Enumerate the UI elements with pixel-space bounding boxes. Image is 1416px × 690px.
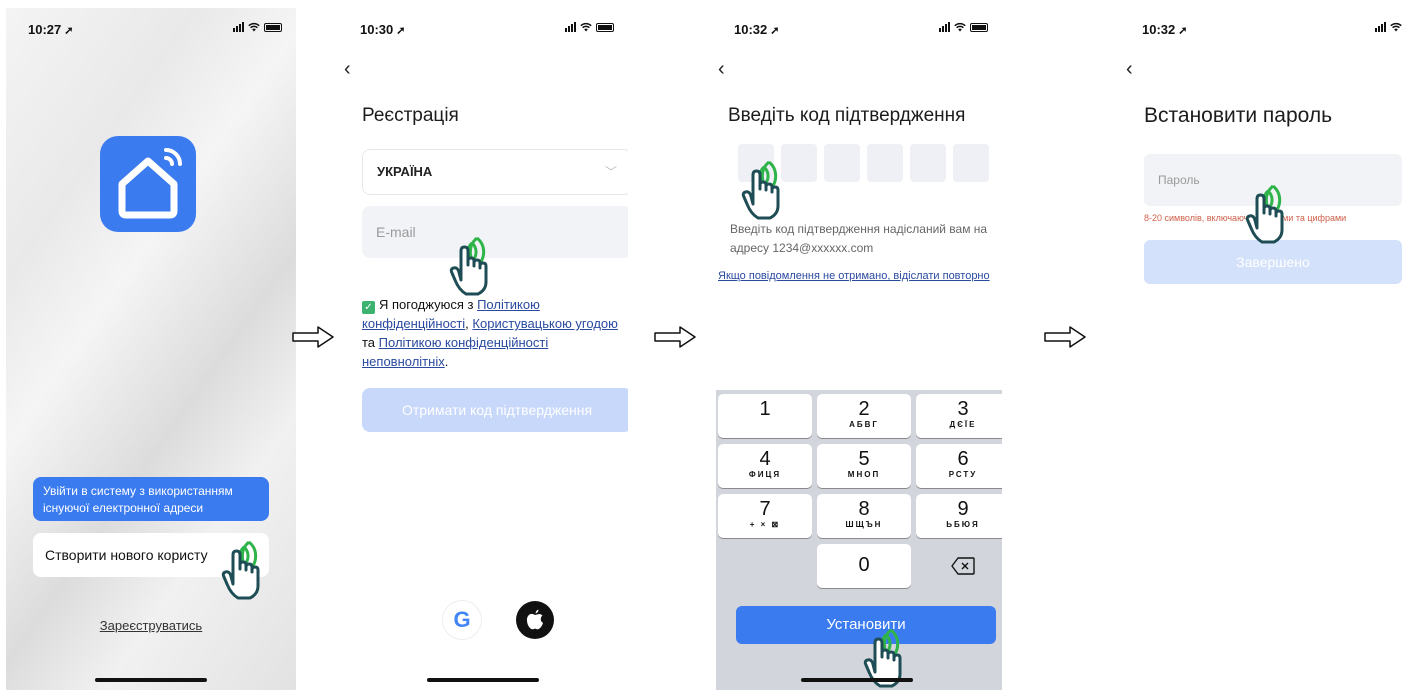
apple-login-button[interactable]	[516, 601, 554, 639]
key-4[interactable]: 4 ФИЦЯ	[718, 444, 812, 488]
tap-hand-icon	[1240, 180, 1288, 244]
login-existing-email-button[interactable]: Увійти в систему з використанням існуючо…	[33, 477, 269, 521]
done-button[interactable]: Завершено	[1144, 240, 1402, 284]
status-time: 10:32 ➚	[734, 22, 780, 37]
key-9[interactable]: 9 ЬБЮЯ	[916, 494, 1002, 538]
code-digit-box[interactable]	[867, 144, 903, 182]
minors-privacy-policy-link[interactable]: Політикою конфіденційності неповнолітніх	[362, 335, 548, 369]
flow-arrow-icon	[1044, 326, 1086, 348]
wifi-icon	[1390, 22, 1402, 32]
google-login-button[interactable]: G	[443, 601, 481, 639]
key-backspace[interactable]	[916, 544, 1002, 588]
page-title: Встановити пароль	[1144, 104, 1333, 127]
status-time: 10:27 ➚	[28, 22, 74, 37]
signal-icon	[565, 22, 576, 32]
signal-icon	[1375, 22, 1386, 32]
back-chevron-icon[interactable]: ‹	[718, 58, 725, 81]
apple-icon	[526, 609, 543, 630]
email-input[interactable]	[362, 206, 628, 258]
country-value: УКРАЇНА	[377, 164, 433, 179]
key-7[interactable]: 7 + × ⊠	[718, 494, 812, 538]
tap-hand-icon	[216, 536, 264, 600]
agree-checkbox[interactable]: ✓	[362, 301, 375, 314]
home-wifi-icon	[118, 148, 182, 219]
code-digit-box[interactable]	[824, 144, 860, 182]
home-indicator	[95, 678, 207, 682]
screen-welcome: 10:27 ➚ Увійти в систему з використанням …	[6, 8, 296, 690]
key-8[interactable]: 8 ШЩЪН	[817, 494, 911, 538]
location-icon: ➚	[64, 25, 74, 37]
flow-arrow-icon	[292, 326, 334, 348]
key-blank	[718, 544, 812, 588]
battery-icon	[264, 23, 282, 32]
status-bar: 10:27 ➚	[6, 20, 296, 40]
register-link[interactable]: Зареєструватись	[6, 618, 296, 633]
location-icon: ➚	[770, 25, 780, 37]
chevron-down-icon: ﹀	[604, 165, 617, 179]
country-select[interactable]: УКРАЇНА ﹀	[362, 149, 628, 195]
battery-icon	[970, 23, 988, 32]
wifi-icon	[954, 22, 966, 32]
back-chevron-icon[interactable]: ‹	[344, 58, 351, 81]
key-3[interactable]: 3 ДЄЇЕ	[916, 394, 1002, 438]
code-digit-box[interactable]	[953, 144, 989, 182]
resend-code-link[interactable]: Якщо повідомлення не отримано, відіслати…	[718, 270, 990, 282]
key-6[interactable]: 6 РСТУ	[916, 444, 1002, 488]
location-icon: ➚	[396, 25, 406, 37]
key-5[interactable]: 5 МНОП	[817, 444, 911, 488]
status-bar: 10:30 ➚	[338, 20, 628, 40]
wifi-icon	[580, 22, 592, 32]
code-digit-box[interactable]	[910, 144, 946, 182]
code-hint-text: Введіть код підтвердження надісланий вам…	[730, 222, 988, 255]
page-title: Реєстрація	[362, 105, 459, 126]
get-code-button[interactable]: Отримати код підтвердження	[362, 388, 628, 432]
home-indicator	[427, 678, 539, 682]
wifi-icon	[248, 22, 260, 32]
tap-hand-icon	[444, 232, 492, 296]
battery-icon	[596, 23, 614, 32]
user-agreement-link[interactable]: Користувацькою угодою	[472, 316, 618, 331]
status-time: 10:32 ➚	[1142, 22, 1188, 37]
google-icon: G	[453, 607, 471, 632]
backspace-icon	[951, 557, 975, 575]
key-1[interactable]: 1	[718, 394, 812, 438]
page-title: Введіть код підтвердження	[728, 105, 966, 126]
smart-home-app-icon	[100, 136, 196, 232]
screen-verification-code: 10:32 ➚ ‹ Введіть код підтвердження Введі…	[712, 8, 1002, 690]
home-indicator	[801, 678, 913, 682]
status-time: 10:30 ➚	[360, 22, 406, 37]
status-bar: 10:32 ➚	[712, 20, 1002, 40]
screen-registration: 10:30➚ ‹ Реєстрація УКРАЇНА ﹀ ✓Я погоджу…	[338, 8, 628, 690]
status-bar: 10:32 ➚	[1120, 20, 1416, 40]
location-icon: ➚	[1178, 25, 1188, 37]
tap-hand-icon	[736, 156, 784, 220]
key-0[interactable]: 0	[817, 544, 911, 588]
flow-arrow-icon	[654, 326, 696, 348]
signal-icon	[233, 22, 244, 32]
screen-set-password: 10:32 ➚ ‹ Встановити пароль 8-20 символів…	[1120, 8, 1416, 690]
back-chevron-icon[interactable]: ‹	[1126, 58, 1133, 81]
key-2[interactable]: 2 АБВГ	[817, 394, 911, 438]
code-digit-box[interactable]	[781, 144, 817, 182]
agreement-text: ✓ Я погоджуюся з Політикою конфіденційнос…	[362, 297, 618, 369]
signal-icon	[939, 22, 950, 32]
